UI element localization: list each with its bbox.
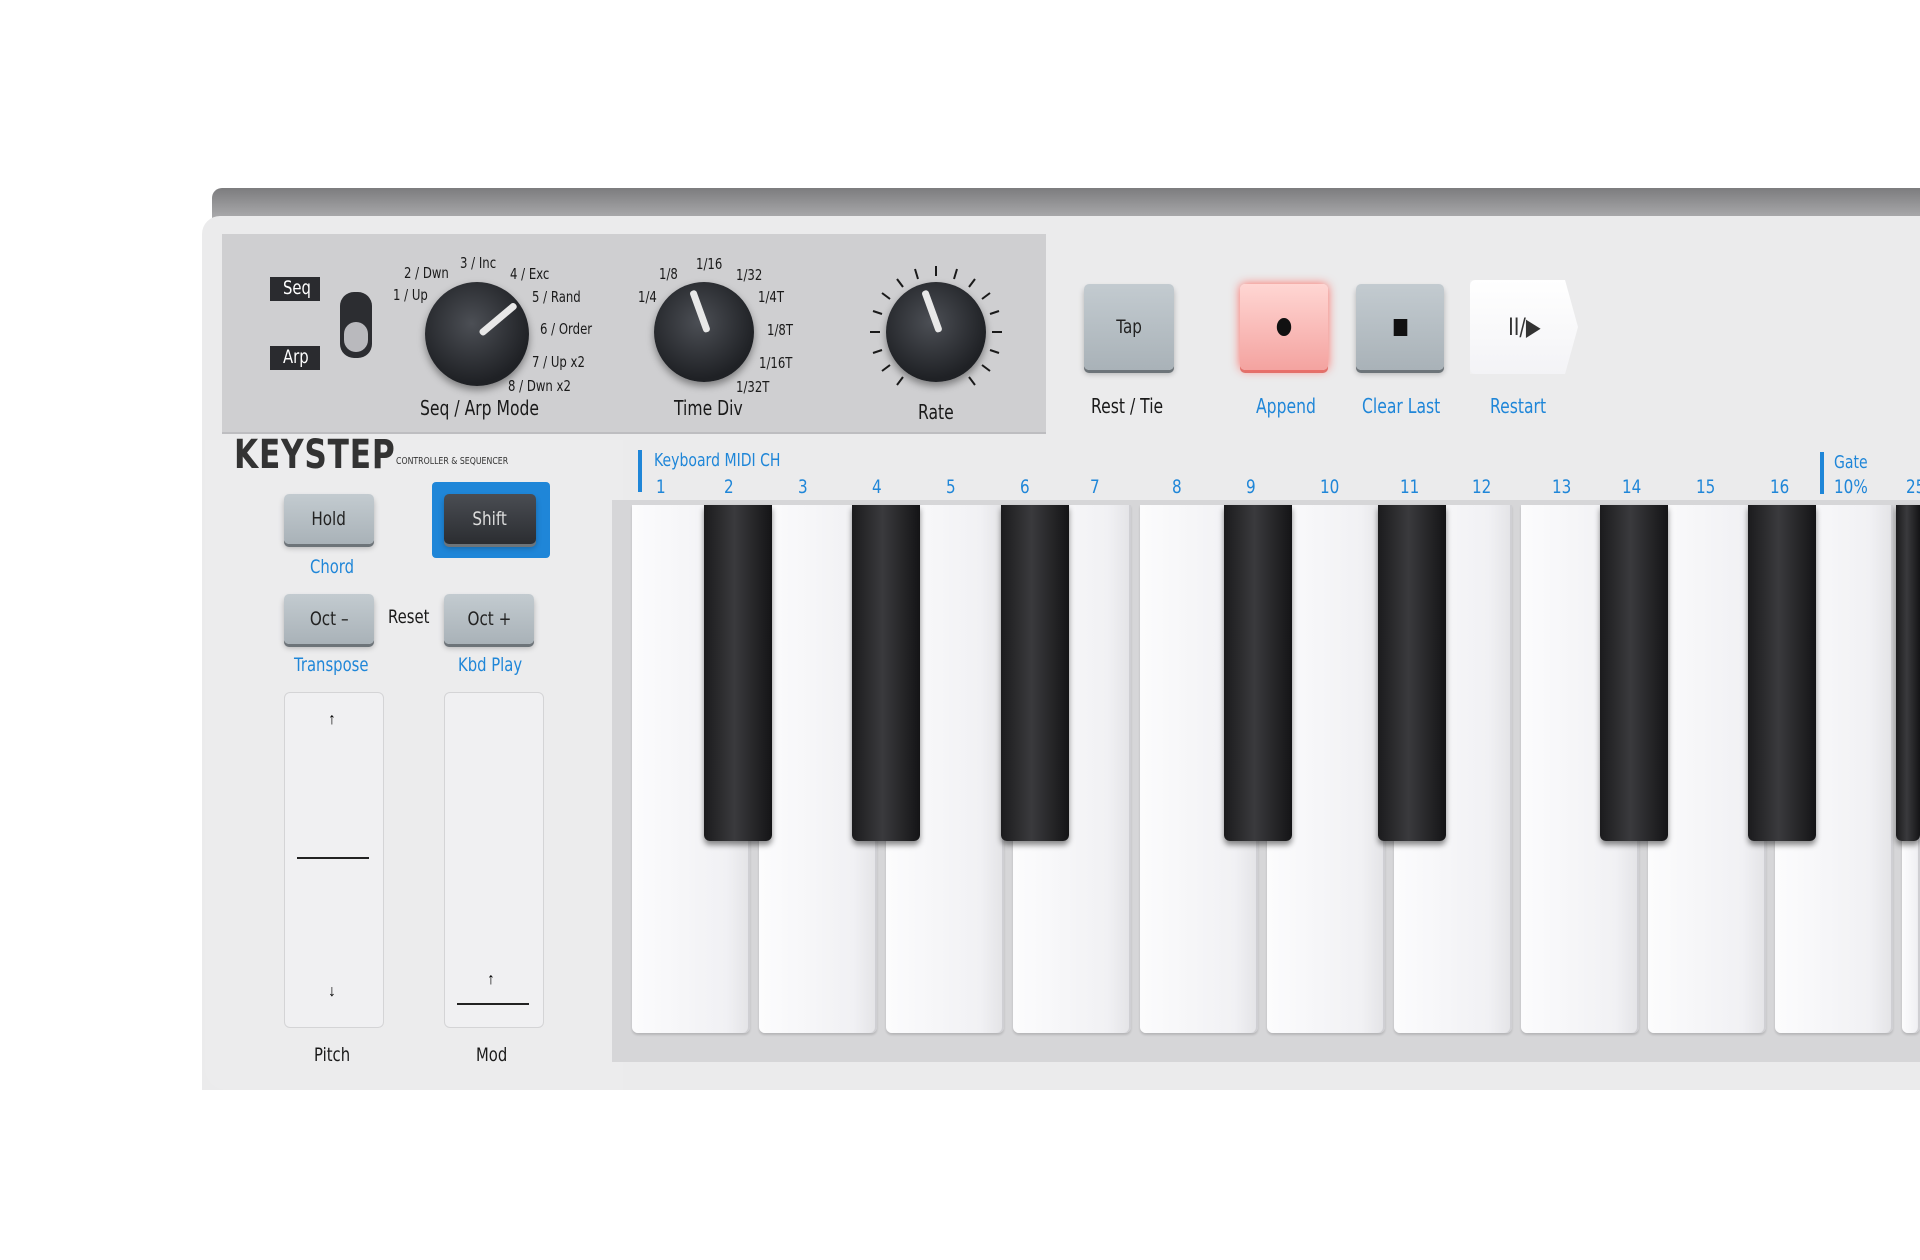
midi-channel-label: 9 xyxy=(1246,476,1256,498)
timediv-position-4: 1/32 xyxy=(736,266,763,284)
hold-button[interactable]: Hold xyxy=(284,494,374,544)
midi-channel-label: 3 xyxy=(798,476,808,498)
pitch-strip[interactable]: ↑ ↓ xyxy=(284,692,384,1028)
record-button[interactable] xyxy=(1240,284,1328,370)
append-caption: Append xyxy=(1256,394,1316,418)
midi-channel-label: 11 xyxy=(1400,476,1420,498)
black-key[interactable] xyxy=(1224,505,1292,841)
mode-position-4: 4 / Exc xyxy=(510,265,550,283)
midi-channel-label: 1 xyxy=(656,476,666,498)
midi-channel-label: 16 xyxy=(1770,476,1790,498)
timediv-position-3: 1/16 xyxy=(696,255,723,273)
timediv-knob-label: Time Div xyxy=(674,396,743,420)
brand-name: KEYSTEP xyxy=(234,432,396,478)
seq-arp-mode-knob[interactable] xyxy=(425,282,529,386)
play-pause-button[interactable]: II/▶ xyxy=(1470,280,1578,374)
kbd-play-caption: Kbd Play xyxy=(458,654,523,676)
midi-channel-label: 10 xyxy=(1320,476,1340,498)
tap-button[interactable]: Tap xyxy=(1084,284,1174,370)
oct-minus-label: Oct – xyxy=(309,608,349,630)
midi-channel-label: 15 xyxy=(1696,476,1716,498)
play-pause-icon: II/▶ xyxy=(1507,313,1541,341)
pitch-label: Pitch xyxy=(314,1044,351,1066)
midi-channel-label: 2 xyxy=(724,476,734,498)
mod-strip[interactable]: ↑ xyxy=(444,692,544,1028)
midi-channel-label: 8 xyxy=(1172,476,1182,498)
hold-label: Hold xyxy=(311,508,347,530)
brand-subtitle: CONTROLLER & SEQUENCER xyxy=(396,456,509,467)
reset-label: Reset xyxy=(388,606,430,628)
left-control-area xyxy=(205,440,623,1090)
seq-label: Seq xyxy=(283,277,311,299)
mode-knob-label: Seq / Arp Mode xyxy=(420,396,540,420)
mode-position-3: 3 / Inc xyxy=(460,254,497,272)
mod-base-line xyxy=(457,1003,529,1005)
midi-channel-label: 13 xyxy=(1552,476,1572,498)
midi-channel-label: 12 xyxy=(1472,476,1492,498)
tap-caption: Rest / Tie xyxy=(1091,394,1164,418)
oct-plus-label: Oct + xyxy=(467,608,511,630)
oct-plus-button[interactable]: Oct + xyxy=(444,594,534,644)
midi-channel-label: 14 xyxy=(1622,476,1642,498)
pitch-down-arrow-icon: ↓ xyxy=(328,983,336,1000)
black-key[interactable] xyxy=(1748,505,1816,841)
midi-channel-label: 6 xyxy=(1020,476,1030,498)
black-key[interactable] xyxy=(852,505,920,841)
black-key[interactable] xyxy=(1378,505,1446,841)
keyboard-midi-ch-label: Keyboard MIDI CH xyxy=(654,450,781,471)
mode-position-7: 7 / Up x2 xyxy=(532,353,585,371)
transpose-caption: Transpose xyxy=(294,654,369,676)
mod-up-arrow-icon: ↑ xyxy=(487,971,495,988)
pitch-center-line xyxy=(297,857,369,859)
timediv-position-2: 1/8 xyxy=(659,265,678,283)
mode-position-8: 8 / Dwn x2 xyxy=(508,377,571,395)
restart-caption: Restart xyxy=(1490,394,1547,418)
clear-last-caption: Clear Last xyxy=(1362,394,1441,418)
black-key[interactable] xyxy=(1896,505,1920,841)
seq-arp-switch[interactable] xyxy=(340,292,372,358)
oct-minus-button[interactable]: Oct – xyxy=(284,594,374,644)
tap-label: Tap xyxy=(1116,316,1142,338)
black-key[interactable] xyxy=(704,505,772,841)
mod-label: Mod xyxy=(476,1044,508,1066)
shift-button[interactable]: Shift xyxy=(444,494,536,544)
gate-marker xyxy=(1820,452,1824,494)
stop-icon xyxy=(1393,318,1407,336)
gate-value-label: 25 xyxy=(1906,476,1920,498)
mode-position-1: 1 / Up xyxy=(393,286,428,304)
black-key[interactable] xyxy=(1001,505,1069,841)
record-icon xyxy=(1276,318,1292,336)
rate-knob[interactable] xyxy=(886,282,986,382)
rate-knob-label: Rate xyxy=(918,400,954,424)
timediv-position-8: 1/32T xyxy=(736,378,770,396)
gate-label: Gate xyxy=(1834,452,1868,473)
arp-label: Arp xyxy=(283,346,309,368)
pitch-up-arrow-icon: ↑ xyxy=(328,711,336,728)
midi-ch-marker xyxy=(638,450,642,492)
black-key[interactable] xyxy=(1600,505,1668,841)
timediv-position-7: 1/16T xyxy=(759,354,793,372)
time-div-knob[interactable] xyxy=(654,282,754,382)
timediv-position-5: 1/4T xyxy=(758,288,784,306)
timediv-position-6: 1/8T xyxy=(767,321,793,339)
midi-channel-label: 5 xyxy=(946,476,956,498)
mode-position-6: 6 / Order xyxy=(540,320,593,338)
timediv-position-1: 1/4 xyxy=(638,288,657,306)
gate-value-label: 10% xyxy=(1834,476,1868,498)
chord-caption: Chord xyxy=(310,556,355,578)
midi-channel-label: 4 xyxy=(872,476,882,498)
mode-position-5: 5 / Rand xyxy=(532,288,581,306)
shift-label: Shift xyxy=(472,508,508,530)
midi-channel-label: 7 xyxy=(1090,476,1100,498)
mode-position-2: 2 / Dwn xyxy=(404,264,449,282)
stop-button[interactable] xyxy=(1356,284,1444,370)
